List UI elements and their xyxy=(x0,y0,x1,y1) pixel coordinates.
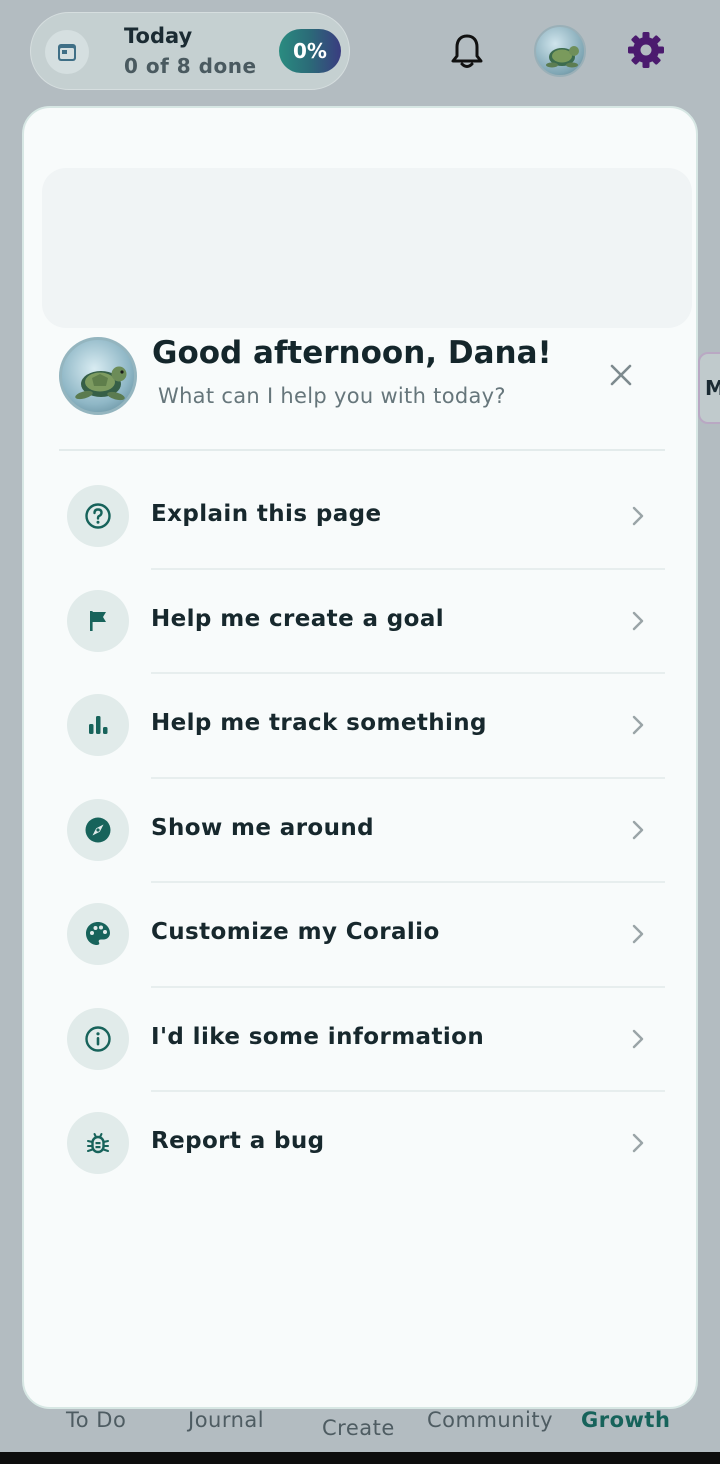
faded-background-card xyxy=(42,168,692,328)
menu-item-label: Customize my Coralio xyxy=(151,919,440,945)
avatar[interactable] xyxy=(534,25,586,77)
close-button[interactable] xyxy=(603,357,639,393)
bug-icon xyxy=(67,1112,129,1174)
menu-item-label: Help me create a goal xyxy=(151,605,445,632)
progress-badge: 0% xyxy=(279,29,341,73)
help-menu: Explain this page Help me create a goal xyxy=(24,465,696,1197)
compass-icon xyxy=(67,798,129,861)
calendar-icon xyxy=(45,30,89,74)
chevron-right-icon xyxy=(632,715,644,735)
side-tab[interactable]: M xyxy=(698,352,720,424)
menu-item-label: I'd like some information xyxy=(151,1023,485,1050)
menu-item-information[interactable]: I'd like some information xyxy=(24,988,696,1092)
question-circle-icon xyxy=(67,485,129,547)
nav-item-create[interactable]: Create xyxy=(322,1416,395,1440)
today-progress-pill[interactable]: Today 0 of 8 done 0% xyxy=(30,12,350,90)
greeting-title: Good afternoon, Dana! xyxy=(152,335,552,371)
menu-item-show-around[interactable]: Show me around xyxy=(24,779,696,883)
nav-item-growth[interactable]: Growth xyxy=(581,1408,670,1432)
greeting-subtitle: What can I help you with today? xyxy=(158,384,506,408)
menu-item-track-something[interactable]: Help me track something xyxy=(24,674,696,779)
menu-item-create-goal[interactable]: Help me create a goal xyxy=(24,570,696,674)
divider xyxy=(59,449,665,451)
chevron-right-icon xyxy=(632,611,644,630)
system-gesture-bar xyxy=(0,1452,720,1464)
info-circle-icon xyxy=(67,1007,129,1070)
menu-item-explain-page[interactable]: Explain this page xyxy=(24,465,696,570)
flag-icon xyxy=(67,589,129,652)
bell-icon[interactable] xyxy=(449,32,485,70)
nav-item-todo[interactable]: To Do xyxy=(66,1408,126,1432)
chevron-right-icon xyxy=(632,1029,644,1048)
close-icon xyxy=(610,364,632,386)
bar-chart-icon xyxy=(67,694,129,756)
menu-item-label: Show me around xyxy=(151,814,375,841)
gear-icon[interactable] xyxy=(626,30,666,70)
nav-item-journal[interactable]: Journal xyxy=(188,1408,264,1432)
turtle-avatar xyxy=(59,337,137,415)
menu-item-customize[interactable]: Customize my Coralio xyxy=(24,883,696,988)
chevron-right-icon xyxy=(632,506,644,526)
chevron-right-icon xyxy=(632,820,644,839)
chevron-right-icon xyxy=(632,1133,644,1153)
assistant-panel: Good afternoon, Dana! What can I help yo… xyxy=(22,106,698,1409)
today-count: 0 of 8 done xyxy=(124,54,257,78)
chevron-right-icon xyxy=(632,924,644,944)
menu-item-label: Help me track something xyxy=(151,710,487,736)
today-title: Today xyxy=(124,24,193,48)
menu-item-report-bug[interactable]: Report a bug xyxy=(24,1092,696,1197)
nav-item-community[interactable]: Community xyxy=(427,1408,553,1432)
menu-item-label: Report a bug xyxy=(151,1128,325,1154)
palette-icon xyxy=(67,903,129,965)
menu-item-label: Explain this page xyxy=(151,501,382,527)
